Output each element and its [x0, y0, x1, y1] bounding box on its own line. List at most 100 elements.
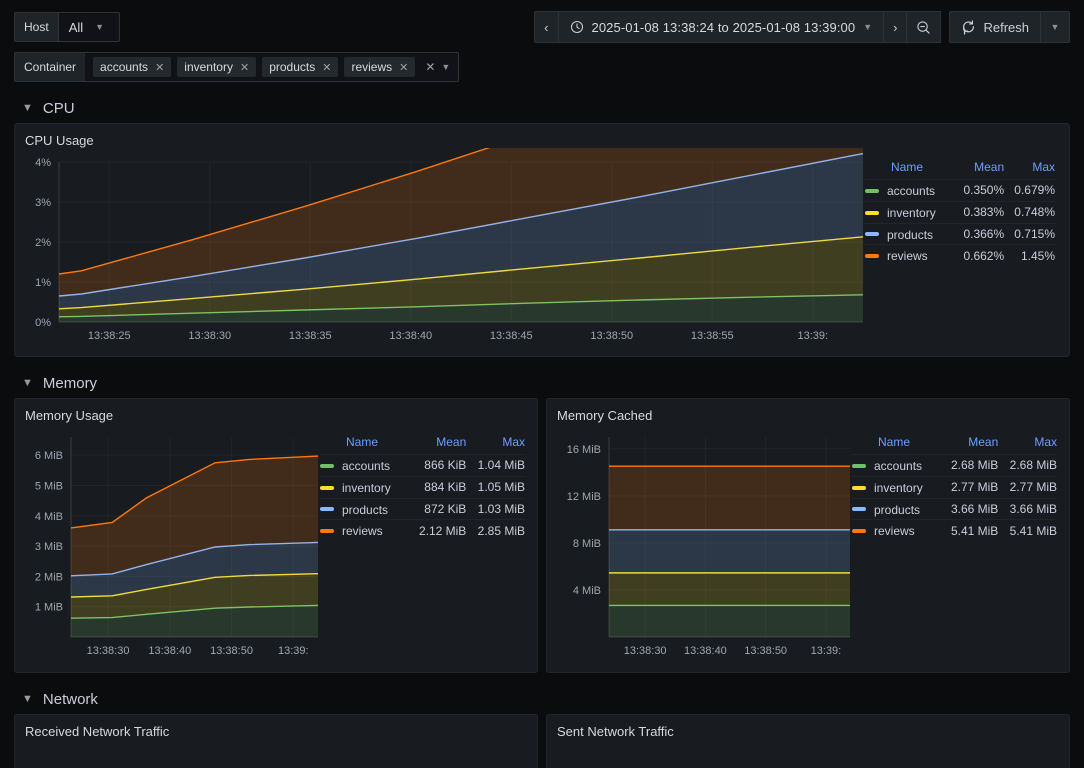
legend-series-name[interactable]: reviews [865, 244, 954, 267]
time-range-picker[interactable]: 2025-01-08 13:38:24 to 2025-01-08 13:39:… [557, 11, 885, 43]
row-title: Memory [42, 375, 98, 392]
chevron-down-icon: ▼ [22, 102, 33, 114]
series-color-swatch [320, 485, 334, 490]
row-header-memory[interactable]: ▼ Memory [22, 375, 1084, 392]
legend-series-name[interactable]: inventory [852, 475, 940, 499]
memory-cached-chart[interactable]: 4 MiB 8 MiB 12 MiB 16 MiB 13:38:30 13:38:40 13… [547, 423, 852, 663]
time-range-text: 2025-01-08 13:38:24 to 2025-01-08 13:39:… [591, 19, 856, 35]
svg-text:0%: 0% [35, 317, 51, 329]
legend-row[interactable]: reviews 2.12 MiB 2.85 MiB [320, 519, 525, 542]
series-color-swatch [852, 529, 866, 534]
legend-series-name[interactable]: accounts [865, 179, 954, 202]
container-chip[interactable]: products ✕ [262, 57, 339, 77]
legend-row[interactable]: products 872 KiB 1.03 MiB [320, 497, 525, 520]
time-controls: ‹ 2025-01-08 13:38:24 to 2025-01-08 13:3… [534, 11, 1070, 43]
refresh-button[interactable]: Refresh [949, 11, 1041, 43]
legend-series-name[interactable]: products [865, 222, 954, 245]
legend-max-value: 1.45% [1004, 244, 1055, 267]
svg-text:13:38:40: 13:38:40 [389, 330, 432, 342]
legend-row[interactable]: reviews 0.662% 1.45% [865, 244, 1055, 267]
host-variable-value[interactable]: All ▼ [57, 12, 120, 42]
legend-mean-value: 5.41 MiB [939, 519, 999, 542]
legend-header-max[interactable]: Max [466, 435, 525, 455]
legend-series-name[interactable]: inventory [320, 475, 408, 499]
legend-row[interactable]: products 3.66 MiB 3.66 MiB [852, 497, 1057, 520]
legend-mean-value: 866 KiB [407, 454, 467, 477]
refresh-interval-dropdown[interactable]: ▼ [1040, 11, 1070, 43]
legend-mean-value: 2.68 MiB [939, 454, 999, 477]
close-icon[interactable]: ✕ [322, 61, 331, 74]
legend-row[interactable]: reviews 5.41 MiB 5.41 MiB [852, 519, 1057, 542]
container-chip[interactable]: reviews ✕ [344, 57, 416, 77]
legend-header-mean[interactable]: Mean [940, 435, 998, 455]
legend-max-value: 5.41 MiB [998, 519, 1057, 542]
svg-text:13:38:50: 13:38:50 [210, 645, 253, 657]
legend-header-name[interactable]: Name [852, 435, 940, 455]
container-chip[interactable]: inventory ✕ [177, 57, 257, 77]
panel-received-network-traffic: Received Network Traffic [14, 714, 538, 768]
close-icon[interactable]: ✕ [155, 61, 164, 74]
container-chip-label: inventory [184, 60, 233, 74]
cpu-usage-chart[interactable]: 0% 1% 2% 3% 4% 13:38:25 13:38:30 13:38:35 13:38:… [15, 148, 865, 348]
legend-row[interactable]: accounts 866 KiB 1.04 MiB [320, 454, 525, 477]
legend-max-value: 0.748% [1004, 200, 1055, 224]
legend-row[interactable]: inventory 2.77 MiB 2.77 MiB [852, 475, 1057, 499]
legend-series-name[interactable]: accounts [852, 454, 940, 477]
legend-header-max[interactable]: Max [998, 435, 1057, 455]
legend-row[interactable]: inventory 884 KiB 1.05 MiB [320, 475, 525, 499]
memory-row-panels: Memory Usage 1 MiB 2 MiB 3 MiB 4 MiB 5 MiB 6 … [0, 398, 1084, 673]
host-variable-picker[interactable]: Host All ▼ [14, 12, 120, 42]
legend-row[interactable]: accounts 0.350% 0.679% [865, 179, 1055, 202]
legend-row[interactable]: inventory 0.383% 0.748% [865, 200, 1055, 224]
chevron-down-icon[interactable]: ▼ [441, 62, 450, 72]
clock-icon [570, 20, 583, 34]
container-chip[interactable]: accounts ✕ [93, 57, 172, 77]
row-header-cpu[interactable]: ▼ CPU [22, 100, 1084, 117]
legend-mean-value: 3.66 MiB [939, 497, 999, 520]
close-icon[interactable]: ✕ [240, 61, 249, 74]
row-title: CPU [42, 100, 75, 117]
legend-row[interactable]: accounts 2.68 MiB 2.68 MiB [852, 454, 1057, 477]
clear-all-icon[interactable]: ✕ [425, 60, 435, 74]
legend-header-mean[interactable]: Mean [953, 160, 1004, 180]
memory-usage-chart[interactable]: 1 MiB 2 MiB 3 MiB 4 MiB 5 MiB 6 MiB 13:38:30 13… [15, 423, 320, 663]
series-color-swatch [865, 254, 879, 259]
time-next-button[interactable]: › [883, 11, 908, 43]
legend-header-name[interactable]: Name [865, 160, 953, 180]
zoom-out-button[interactable] [906, 11, 942, 43]
container-chips[interactable]: accounts ✕ inventory ✕ products ✕ review… [85, 52, 460, 82]
cpu-usage-legend: Name Mean Max accounts 0.350% 0.679% invent… [865, 148, 1069, 348]
legend-mean-value: 2.77 MiB [939, 475, 999, 499]
svg-text:1 MiB: 1 MiB [35, 602, 63, 614]
legend-max-value: 2.68 MiB [998, 454, 1057, 477]
panel-body: 4 MiB 8 MiB 12 MiB 16 MiB 13:38:30 13:38:40 13… [547, 423, 1069, 663]
container-chip-label: products [269, 60, 316, 74]
legend-series-name[interactable]: products [852, 497, 940, 520]
svg-text:13:38:30: 13:38:30 [624, 645, 667, 657]
legend-series-name[interactable]: products [320, 497, 408, 520]
time-prev-button[interactable]: ‹ [534, 11, 559, 43]
row-header-network[interactable]: ▼ Network [22, 691, 1084, 708]
close-icon[interactable]: ✕ [399, 61, 408, 74]
svg-text:3%: 3% [35, 197, 51, 209]
legend-series-name[interactable]: inventory [865, 200, 954, 224]
legend-series-name[interactable]: reviews [852, 519, 940, 542]
panel-body: 0% 1% 2% 3% 4% 13:38:25 13:38:30 13:38:35 13:38:… [15, 148, 1069, 348]
memory-cached-legend: Name Mean Max accounts 2.68 MiB 2.68 MiB in… [852, 423, 1069, 663]
legend-series-name[interactable]: accounts [320, 454, 408, 477]
legend-mean-value: 872 KiB [407, 497, 467, 520]
legend-mean-value: 0.366% [953, 222, 1005, 245]
svg-text:3 MiB: 3 MiB [35, 541, 63, 553]
toolbar: Host All ▼ ‹ 2025-01-08 13:38:24 to 2025… [0, 0, 1084, 44]
refresh-controls: Refresh ▼ [949, 11, 1070, 43]
legend-max-value: 1.04 MiB [466, 454, 525, 477]
legend-header-mean[interactable]: Mean [408, 435, 466, 455]
series-color-swatch [865, 210, 879, 215]
legend-header-name[interactable]: Name [320, 435, 408, 455]
legend-max-value: 1.05 MiB [466, 475, 525, 499]
svg-text:1%: 1% [35, 277, 51, 289]
legend-row[interactable]: products 0.366% 0.715% [865, 222, 1055, 245]
svg-text:13:38:45: 13:38:45 [490, 330, 533, 342]
legend-series-name[interactable]: reviews [320, 519, 408, 542]
legend-header-max[interactable]: Max [1004, 160, 1055, 180]
